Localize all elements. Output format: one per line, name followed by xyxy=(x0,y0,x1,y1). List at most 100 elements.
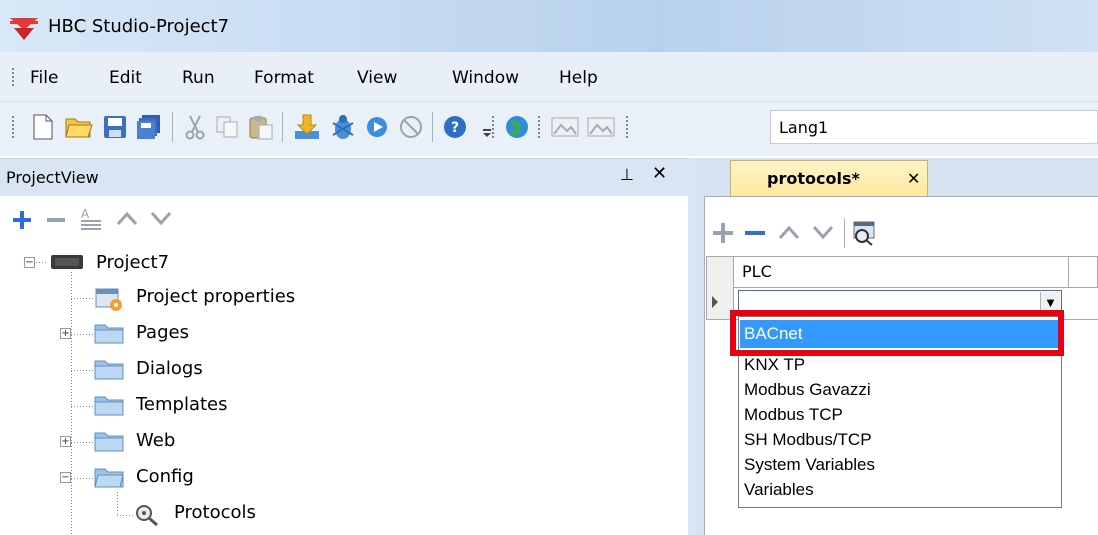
configure-protocol-icon[interactable] xyxy=(852,220,878,246)
rename-icon[interactable]: A xyxy=(80,206,102,230)
tree-item-templates[interactable]: Templates xyxy=(136,394,228,415)
language-select[interactable]: Lang1 xyxy=(770,110,1098,144)
folder-icon xyxy=(94,360,124,380)
tab-close-icon[interactable]: ✕ xyxy=(907,169,920,188)
project-tree xyxy=(0,240,688,535)
expand-toggle[interactable]: + xyxy=(60,436,71,447)
tree-item-project-properties[interactable]: Project properties xyxy=(136,286,295,307)
tree-connector xyxy=(71,442,93,443)
download-icon[interactable] xyxy=(292,112,322,142)
toolbar-overflow-icon[interactable] xyxy=(472,112,502,142)
tree-item-dialogs[interactable]: Dialogs xyxy=(136,358,203,379)
project-view-toolbar: A xyxy=(0,196,688,240)
save-icon[interactable] xyxy=(100,112,130,142)
tree-connector xyxy=(71,406,93,407)
dropdown-option-modbus-gavazzi[interactable]: Modbus Gavazzi xyxy=(744,380,871,400)
tree-item-config[interactable]: Config xyxy=(136,466,194,487)
tree-connector xyxy=(71,370,93,371)
title-bar: HBC Studio-Project7 xyxy=(0,0,1098,52)
expand-toggle[interactable]: + xyxy=(60,328,71,339)
tree-item-pages[interactable]: Pages xyxy=(136,322,189,343)
dropdown-option-modbus-tcp[interactable]: Modbus TCP xyxy=(744,405,843,425)
dropdown-option-sh-modbus-tcp[interactable]: SH Modbus/TCP xyxy=(744,430,872,450)
open-folder-icon[interactable] xyxy=(64,112,94,142)
collapse-toggle[interactable]: − xyxy=(60,472,71,483)
stop-icon[interactable] xyxy=(396,112,426,142)
folder-icon xyxy=(94,432,124,452)
folder-open-icon xyxy=(94,468,124,488)
copy-icon[interactable] xyxy=(212,112,242,142)
menu-format[interactable]: Format xyxy=(254,68,314,88)
remove-icon[interactable] xyxy=(46,210,66,230)
svg-text:?: ? xyxy=(451,120,459,136)
dropdown-option-variables[interactable]: Variables xyxy=(744,480,814,500)
move-down-icon[interactable] xyxy=(812,224,834,240)
pin-icon[interactable]: ⊥ xyxy=(620,165,634,184)
tree-item-project7[interactable]: Project7 xyxy=(96,252,169,273)
highlight-box xyxy=(730,310,1064,356)
tree-item-web[interactable]: Web xyxy=(136,430,175,451)
cut-icon[interactable] xyxy=(180,112,210,142)
tree-connector xyxy=(71,478,93,479)
add-protocol-icon[interactable] xyxy=(712,222,734,244)
protocols-toolbar xyxy=(704,210,1098,254)
menu-edit[interactable]: Edit xyxy=(109,68,142,88)
column-divider[interactable] xyxy=(1068,256,1069,288)
project-view-header: ProjectView ⊥ ✕ xyxy=(0,158,688,196)
move-up-icon[interactable] xyxy=(116,210,138,226)
toolbar-grip[interactable] xyxy=(12,116,16,138)
tab-protocols[interactable]: protocols* ✕ xyxy=(730,160,928,196)
new-file-icon[interactable] xyxy=(28,112,58,142)
move-down-icon[interactable] xyxy=(150,210,172,226)
close-panel-icon[interactable]: ✕ xyxy=(652,163,667,184)
menu-view[interactable]: View xyxy=(357,68,397,88)
globe-icon[interactable] xyxy=(502,112,532,142)
app-logo-icon xyxy=(10,18,38,40)
remove-protocol-icon[interactable] xyxy=(744,222,766,244)
toolbar-separator xyxy=(172,112,173,142)
column-header-plc[interactable]: PLC xyxy=(742,262,772,281)
image-icon[interactable] xyxy=(550,112,580,142)
current-row-indicator-icon xyxy=(712,296,718,308)
toolbar-separator xyxy=(282,112,283,142)
svg-text:A: A xyxy=(81,207,90,221)
image-edit-icon[interactable] xyxy=(586,112,616,142)
add-icon[interactable] xyxy=(12,210,32,230)
project-properties-icon xyxy=(95,288,122,311)
language-value: Lang1 xyxy=(779,118,829,137)
protocols-icon xyxy=(136,505,158,527)
help-icon[interactable]: ? xyxy=(440,112,470,142)
menu-window[interactable]: Window xyxy=(452,68,519,88)
tree-connector xyxy=(117,515,133,516)
project-view-title: ProjectView xyxy=(6,168,99,187)
menu-bar xyxy=(0,52,1098,102)
toolbar-grip[interactable] xyxy=(626,116,630,138)
collapse-toggle[interactable]: − xyxy=(24,257,35,268)
toolbar-separator xyxy=(432,112,433,142)
move-up-icon[interactable] xyxy=(778,224,800,240)
project-device-icon xyxy=(51,255,83,269)
save-all-icon[interactable] xyxy=(134,112,164,142)
toolbar-grip[interactable] xyxy=(538,116,542,138)
menu-grip[interactable] xyxy=(12,68,16,88)
tree-connector xyxy=(117,492,118,516)
dropdown-option-knx-tp[interactable]: KNX TP xyxy=(744,355,805,375)
window-title: HBC Studio-Project7 xyxy=(48,16,230,37)
debug-bug-icon[interactable] xyxy=(328,112,358,142)
menu-file[interactable]: File xyxy=(30,68,58,88)
toolbar-separator xyxy=(844,218,845,248)
folder-icon xyxy=(94,396,124,416)
run-icon[interactable] xyxy=(362,112,392,142)
tree-connector xyxy=(71,334,93,335)
folder-icon xyxy=(94,324,124,344)
dropdown-option-system-variables[interactable]: System Variables xyxy=(744,455,875,475)
menu-help[interactable]: Help xyxy=(559,68,598,88)
menu-run[interactable]: Run xyxy=(182,68,215,88)
tab-protocols-label: protocols* xyxy=(767,169,860,188)
toolbar-grip[interactable] xyxy=(492,116,496,138)
paste-icon[interactable] xyxy=(246,112,276,142)
tree-connector xyxy=(71,298,93,299)
panel-splitter[interactable] xyxy=(688,158,696,535)
tree-connector xyxy=(71,272,72,535)
tree-item-protocols[interactable]: Protocols xyxy=(174,502,256,523)
